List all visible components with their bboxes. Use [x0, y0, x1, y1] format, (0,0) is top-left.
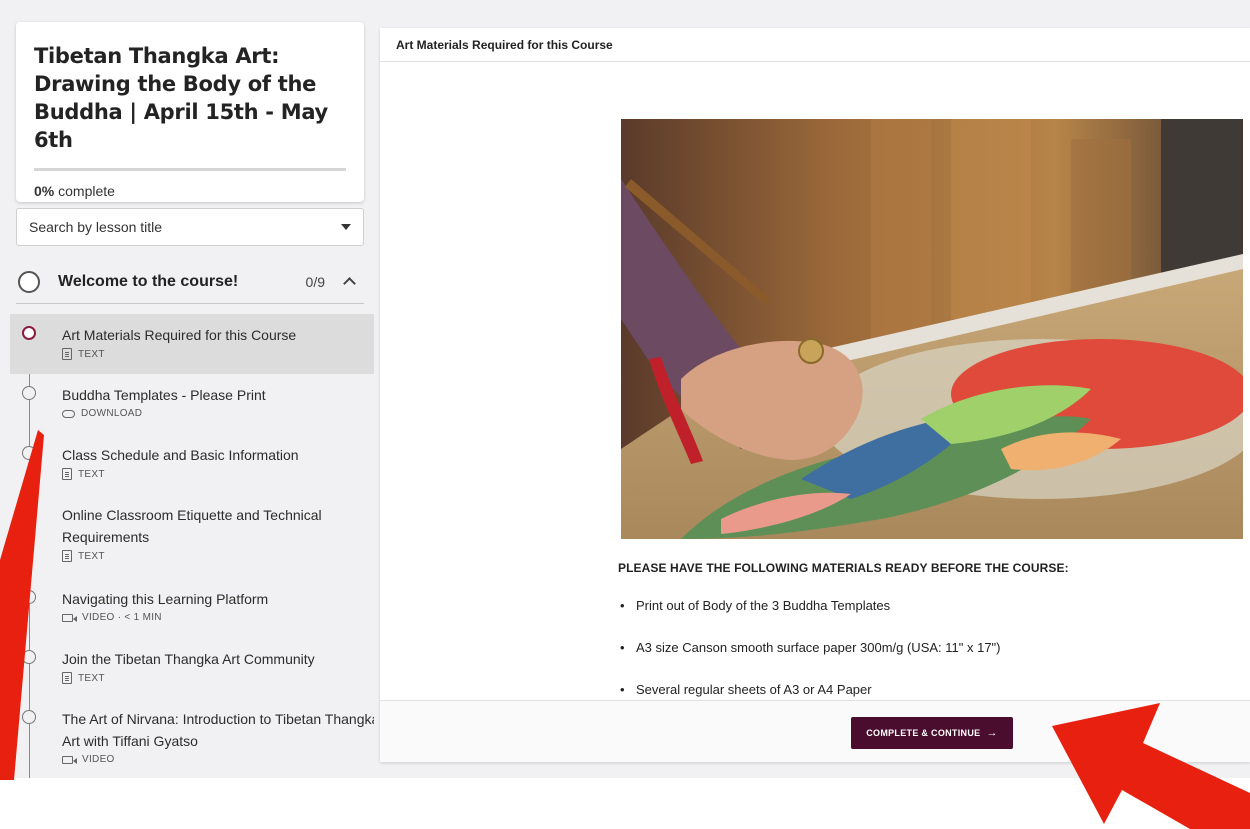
- lesson-hero-image: [621, 119, 1243, 539]
- chevron-up-icon[interactable]: [343, 277, 356, 290]
- thangka-painting-photo: [621, 119, 1243, 539]
- progress-bar: [34, 168, 346, 171]
- lesson-footer: COMPLETE & CONTINUE →: [380, 700, 1250, 762]
- lesson-status-icon: [22, 710, 36, 724]
- lesson-status-icon: [22, 446, 36, 460]
- lesson-status-icon: [22, 650, 36, 664]
- section-status-icon: [18, 270, 40, 293]
- progress-text: 0% complete: [34, 183, 346, 199]
- complete-button-label: COMPLETE & CONTINUE: [866, 728, 981, 738]
- lesson-meta: VIDEO · < 1 MIN: [62, 612, 374, 623]
- lesson-title: The Art of Nirvana: Introduction to Tibe…: [62, 711, 374, 749]
- lesson-item[interactable]: Navigating this Learning Platform VIDEO ·…: [10, 578, 374, 638]
- lesson-meta: TEXT: [62, 348, 374, 360]
- lesson-meta: VIDEO: [62, 754, 374, 765]
- lesson-meta: TEXT: [62, 550, 374, 562]
- lesson-title: Art Materials Required for this Course: [62, 327, 297, 343]
- progress-suffix: complete: [54, 183, 115, 199]
- lesson-item[interactable]: Online Classroom Etiquette and Technical…: [10, 494, 374, 578]
- course-sidebar: Tibetan Thangka Art: Drawing the Body of…: [10, 12, 374, 778]
- search-label: Search by lesson title: [29, 219, 163, 235]
- course-card: Tibetan Thangka Art: Drawing the Body of…: [16, 22, 364, 202]
- lesson-status-icon: [22, 506, 36, 520]
- arrow-right-icon: →: [986, 727, 998, 739]
- lesson-title: Navigating this Learning Platform: [62, 591, 269, 607]
- lesson-meta: DOWNLOAD: [62, 408, 374, 419]
- section-title: Welcome to the course!: [58, 272, 239, 290]
- video-icon: [62, 755, 77, 764]
- lesson-item[interactable]: The Art of Nirvana: Introduction to Tibe…: [10, 698, 374, 778]
- text-icon: [62, 348, 72, 360]
- materials-item: A3 size Canson smooth surface paper 300m…: [620, 640, 1001, 682]
- materials-heading: PLEASE HAVE THE FOLLOWING MATERIALS READ…: [618, 561, 1069, 575]
- lesson-type: TEXT: [78, 672, 105, 684]
- lesson-search-dropdown[interactable]: Search by lesson title: [16, 208, 364, 246]
- text-icon: [62, 550, 72, 562]
- caret-down-icon: [341, 224, 351, 230]
- lesson-type: TEXT: [78, 348, 105, 360]
- lesson-title: Class Schedule and Basic Information: [62, 447, 299, 463]
- lesson-status-icon: [22, 326, 36, 340]
- lesson-type: VIDEO: [82, 754, 115, 765]
- lesson-item[interactable]: Buddha Templates - Please Print DOWNLOAD: [10, 374, 374, 434]
- lesson-title: Online Classroom Etiquette and Technical…: [62, 507, 322, 545]
- text-icon: [62, 672, 72, 684]
- text-icon: [62, 468, 72, 480]
- lesson-list: Art Materials Required for this Course TE…: [10, 314, 374, 778]
- progress-value: 0%: [34, 183, 55, 199]
- lesson-item[interactable]: Join the Tibetan Thangka Art Community TE…: [10, 638, 374, 698]
- section-count: 0/9: [305, 273, 325, 290]
- lesson-type: TEXT: [78, 468, 105, 480]
- lesson-item[interactable]: Art Materials Required for this Course TE…: [10, 314, 374, 374]
- lesson-title: Buddha Templates - Please Print: [62, 387, 266, 403]
- lesson-title: Join the Tibetan Thangka Art Community: [62, 651, 315, 667]
- app-window: Tibetan Thangka Art: Drawing the Body of…: [0, 0, 1250, 778]
- lesson-item[interactable]: Class Schedule and Basic Information TEXT: [10, 434, 374, 494]
- lesson-type: VIDEO · < 1 MIN: [82, 612, 162, 623]
- video-icon: [62, 613, 77, 622]
- cloud-download-icon: [62, 409, 75, 418]
- lesson-status-icon: [22, 386, 36, 400]
- lesson-type: DOWNLOAD: [81, 408, 143, 419]
- lesson-meta: TEXT: [62, 468, 374, 480]
- lesson-status-icon: [22, 590, 36, 604]
- lesson-meta: TEXT: [62, 672, 374, 684]
- complete-and-continue-button[interactable]: COMPLETE & CONTINUE →: [851, 717, 1013, 749]
- lesson-header-title: Art Materials Required for this Course: [380, 28, 1250, 62]
- lesson-type: TEXT: [78, 550, 105, 562]
- course-title: Tibetan Thangka Art: Drawing the Body of…: [34, 44, 328, 152]
- materials-item: Print out of Body of the 3 Buddha Templa…: [620, 598, 1001, 640]
- lesson-content: Art Materials Required for this Course P…: [380, 28, 1250, 762]
- section-header[interactable]: Welcome to the course! 0/9: [16, 260, 364, 304]
